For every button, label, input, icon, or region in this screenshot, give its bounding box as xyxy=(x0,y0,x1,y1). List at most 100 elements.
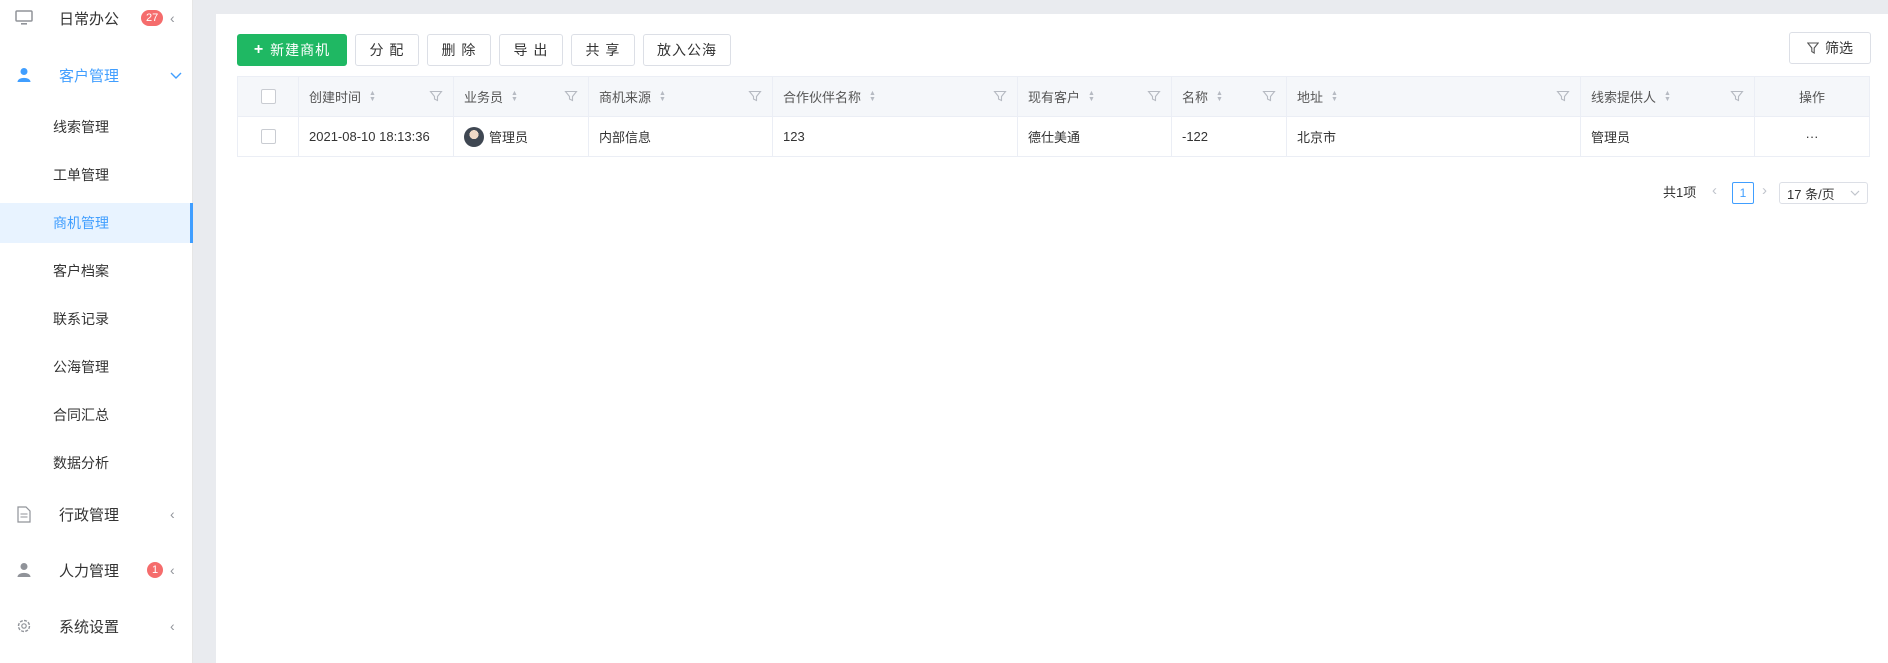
column-header-salesperson[interactable]: 业务员 ▲ ▼ xyxy=(454,77,589,117)
export-button[interactable]: 导 出 xyxy=(499,34,563,66)
table-header-row: 创建时间 ▲ ▼ 业务员 ▲ ▼ 商机来源 ▲ ▼ 合作伙伴名称 ▲ ▼ 现有客户 xyxy=(238,77,1870,117)
notification-badge: 27 xyxy=(141,10,164,26)
menu-group-label: 日常办公 xyxy=(59,10,120,28)
document-icon xyxy=(15,505,33,523)
next-page-button[interactable]: › xyxy=(1762,182,1767,199)
notification-badge: 1 xyxy=(147,562,164,578)
user-icon xyxy=(15,66,33,84)
table-row[interactable]: 2021-08-10 18:13:36 管理员 内部信息 123 德仕美通 -1… xyxy=(238,117,1870,157)
column-title: 现有客户 xyxy=(1028,90,1081,105)
column-title: 合作伙伴名称 xyxy=(783,90,862,105)
menu-group-label: 人力管理 xyxy=(59,562,120,580)
sidebar: 日常办公 27 ‹ 客户管理 线索管理 工单管理 商机管理 客户档案 联系记录 … xyxy=(0,0,193,663)
sidebar-item-data-analysis[interactable]: 数据分析 xyxy=(0,443,193,483)
menu-group-label: 客户管理 xyxy=(59,67,120,85)
column-filter-icon[interactable] xyxy=(748,89,762,103)
column-header-partner[interactable]: 合作伙伴名称 ▲ ▼ xyxy=(773,77,1018,117)
chevron-left-icon: ‹ xyxy=(170,506,175,522)
sort-icon[interactable]: ▲ ▼ xyxy=(1216,90,1223,103)
column-header-source[interactable]: 商机来源 ▲ ▼ xyxy=(589,77,773,117)
column-header-name[interactable]: 名称 ▲ ▼ xyxy=(1172,77,1287,117)
menu-group-hr[interactable]: 人力管理 1 ‹ xyxy=(0,547,193,593)
sidebar-item-customer-archive[interactable]: 客户档案 xyxy=(0,251,193,291)
cell-customer: 德仕美通 xyxy=(1018,117,1172,157)
cell-partner: 123 xyxy=(773,117,1018,157)
gear-icon xyxy=(15,617,33,635)
sort-icon[interactable]: ▲ ▼ xyxy=(659,90,666,103)
cell-source: 内部信息 xyxy=(589,117,773,157)
person-icon xyxy=(15,561,33,579)
new-opportunity-button[interactable]: + 新建商机 xyxy=(237,34,347,66)
share-button[interactable]: 共 享 xyxy=(571,34,635,66)
sort-icon[interactable]: ▲ ▼ xyxy=(1331,90,1338,103)
column-filter-icon[interactable] xyxy=(429,89,443,103)
column-header-address[interactable]: 地址 ▲ ▼ xyxy=(1287,77,1581,117)
menu-group-label: 行政管理 xyxy=(59,506,120,524)
menu-group-label: 系统设置 xyxy=(59,618,120,636)
cell-name: -122 xyxy=(1172,117,1287,157)
avatar xyxy=(464,126,484,147)
cell-provider: 管理员 xyxy=(1581,117,1755,157)
menu-group-customer-management[interactable]: 客户管理 xyxy=(0,52,193,98)
sidebar-item-work-orders[interactable]: 工单管理 xyxy=(0,155,193,195)
filter-label: 筛选 xyxy=(1825,40,1853,56)
sidebar-item-public-pool[interactable]: 公海管理 xyxy=(0,347,193,387)
chevron-down-icon xyxy=(1850,190,1860,196)
sidebar-item-opportunities[interactable]: 商机管理 xyxy=(0,203,193,243)
main-panel: + 新建商机 分 配 删 除 导 出 共 享 放入公海 筛选 创建时间 ▲ ▼ 业… xyxy=(216,14,1888,663)
filter-button[interactable]: 筛选 xyxy=(1789,32,1871,64)
row-select-cell xyxy=(238,117,299,157)
delete-button[interactable]: 删 除 xyxy=(427,34,491,66)
sort-icon[interactable]: ▲ ▼ xyxy=(1664,90,1671,103)
assign-button[interactable]: 分 配 xyxy=(355,34,419,66)
column-filter-icon[interactable] xyxy=(1147,89,1161,103)
column-filter-icon[interactable] xyxy=(1730,89,1744,103)
column-filter-icon[interactable] xyxy=(1262,89,1276,103)
new-opportunity-label: 新建商机 xyxy=(270,42,331,58)
chevron-left-icon: ‹ xyxy=(170,562,175,578)
column-filter-icon[interactable] xyxy=(993,89,1007,103)
salesperson-name: 管理员 xyxy=(489,130,529,145)
column-title: 操作 xyxy=(1798,90,1825,105)
sort-icon[interactable]: ▲ ▼ xyxy=(1088,90,1095,103)
page-size-value: 17 条/页 xyxy=(1787,186,1835,202)
chevron-left-icon: ‹ xyxy=(170,10,175,26)
opportunity-table: 创建时间 ▲ ▼ 业务员 ▲ ▼ 商机来源 ▲ ▼ 合作伙伴名称 ▲ ▼ 现有客户 xyxy=(237,76,1870,157)
cell-created: 2021-08-10 18:13:36 xyxy=(299,117,454,157)
move-to-pool-button[interactable]: 放入公海 xyxy=(643,34,731,66)
monitor-icon xyxy=(15,9,33,27)
plus-icon: + xyxy=(253,41,265,58)
sidebar-item-contract-summary[interactable]: 合同汇总 xyxy=(0,395,193,435)
sort-icon[interactable]: ▲ ▼ xyxy=(869,90,876,103)
page-size-select[interactable]: 17 条/页 xyxy=(1779,182,1868,204)
column-header-created[interactable]: 创建时间 ▲ ▼ xyxy=(299,77,454,117)
header-select-all xyxy=(238,77,299,117)
column-title: 地址 xyxy=(1297,90,1324,105)
column-title: 名称 xyxy=(1182,90,1209,105)
menu-group-system-settings[interactable]: 系统设置 ‹ xyxy=(0,603,193,649)
column-title: 创建时间 xyxy=(309,90,362,105)
sort-icon[interactable]: ▲ ▼ xyxy=(511,90,518,103)
sidebar-item-leads[interactable]: 线索管理 xyxy=(0,107,193,147)
cell-address: 北京市 xyxy=(1287,117,1581,157)
sort-icon[interactable]: ▲ ▼ xyxy=(369,90,376,103)
chevron-down-icon xyxy=(170,67,182,83)
column-header-provider[interactable]: 线索提供人 ▲ ▼ xyxy=(1581,77,1755,117)
sidebar-item-contact-records[interactable]: 联系记录 xyxy=(0,299,193,339)
current-page-button[interactable]: 1 xyxy=(1732,182,1754,204)
select-all-checkbox[interactable] xyxy=(260,89,276,104)
pagination-total: 共1项 xyxy=(1663,185,1697,200)
menu-group-daily-office[interactable]: 日常办公 27 ‹ xyxy=(0,0,193,41)
funnel-icon xyxy=(1807,42,1819,54)
column-filter-icon[interactable] xyxy=(1556,89,1570,103)
menu-group-administration[interactable]: 行政管理 ‹ xyxy=(0,491,193,537)
column-header-customer[interactable]: 现有客户 ▲ ▼ xyxy=(1018,77,1172,117)
row-checkbox[interactable] xyxy=(260,129,276,144)
chevron-left-icon: ‹ xyxy=(170,618,175,634)
prev-page-button[interactable]: ‹ xyxy=(1712,182,1717,199)
column-title: 商机来源 xyxy=(599,90,652,105)
cell-salesperson: 管理员 xyxy=(454,117,589,157)
column-title: 线索提供人 xyxy=(1591,90,1657,105)
row-actions-button[interactable]: ··· xyxy=(1755,117,1870,157)
column-filter-icon[interactable] xyxy=(564,89,578,103)
